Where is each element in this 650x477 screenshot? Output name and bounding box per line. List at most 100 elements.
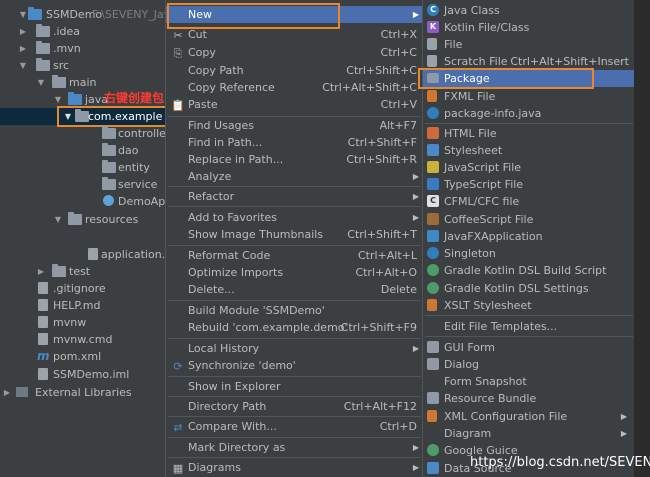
menu-item-shortcut: Ctrl+C	[380, 46, 417, 59]
expand-arrow-icon[interactable]: ▼	[18, 57, 28, 74]
tree-root[interactable]: ▼ SSMDemo F:\SEVENY_Java	[0, 6, 177, 23]
tree-item-mvn[interactable]: ▶ .mvn	[0, 40, 170, 57]
submenu-item-xslt-stylesheet[interactable]: XSLT Stylesheet	[423, 297, 635, 314]
menu-item-label: Delete...	[188, 283, 235, 296]
submenu-item-stylesheet[interactable]: Stylesheet	[423, 142, 635, 159]
menu-item-copy-reference[interactable]: Copy Reference Ctrl+Alt+Shift+C	[166, 79, 423, 96]
submenu-item-file[interactable]: File	[423, 36, 635, 53]
tree-item-external-libraries[interactable]: ▶ External Libraries	[0, 384, 170, 401]
menu-item-show-in-explorer[interactable]: Show in Explorer	[166, 378, 423, 395]
submenu-item-diagram[interactable]: Diagram ▶	[423, 425, 635, 442]
submenu-item-resource-bundle[interactable]: Resource Bundle	[423, 390, 635, 407]
tree-item-service[interactable]: service	[0, 176, 170, 193]
submenu-item-cfml-file[interactable]: C CFML/CFC file	[423, 193, 635, 210]
menu-item-add-to-favorites[interactable]: Add to Favorites ▶	[166, 209, 423, 226]
resources-folder-icon	[68, 212, 82, 225]
tree-item-controller[interactable]: controller	[0, 125, 170, 142]
submenu-item-label: Resource Bundle	[444, 392, 537, 405]
submenu-item-fxml-file[interactable]: FXML File	[423, 88, 635, 105]
tree-item-label: resources	[85, 213, 139, 226]
tree-item-dao[interactable]: dao	[0, 142, 170, 159]
menu-item-rebuild[interactable]: Rebuild 'com.example.demo' Ctrl+Shift+F9	[166, 319, 423, 336]
menu-item-delete[interactable]: Delete... Delete	[166, 281, 423, 298]
menu-item-find-usages[interactable]: Find Usages Alt+F7	[166, 117, 423, 134]
collapse-arrow-icon[interactable]: ▶	[18, 23, 28, 40]
submenu-item-html-file[interactable]: HTML File	[423, 125, 635, 142]
tree-item-demoapp[interactable]: DemoApp	[0, 193, 172, 210]
submenu-item-package-info[interactable]: package-info.java	[423, 105, 635, 122]
menu-item-paste[interactable]: 📋 Paste Ctrl+V	[166, 96, 423, 113]
package-icon	[102, 160, 116, 173]
menu-item-shortcut: Ctrl+Alt+L	[357, 249, 417, 262]
compare-icon: ⇄	[173, 421, 183, 434]
collapse-arrow-icon[interactable]: ▶	[2, 384, 12, 401]
tree-item-test[interactable]: ▶ test	[0, 263, 170, 280]
submenu-item-singleton[interactable]: Singleton	[423, 245, 635, 262]
tree-item-mvnw[interactable]: mvnw	[0, 314, 170, 331]
tree-item-mvnw-cmd[interactable]: mvnw.cmd	[0, 331, 170, 348]
menu-item-find-in-path[interactable]: Find in Path... Ctrl+Shift+F	[166, 134, 423, 151]
submenu-item-label: CoffeeScript File	[444, 213, 534, 226]
expand-arrow-icon[interactable]: ▼	[36, 74, 46, 91]
menu-item-copy[interactable]: ⎘ Copy Ctrl+C	[166, 44, 423, 61]
singleton-icon	[427, 247, 439, 259]
submenu-item-gradle-kotlin-settings[interactable]: Gradle Kotlin DSL Settings	[423, 280, 635, 297]
tree-item-application-properties[interactable]: application.pr	[0, 246, 177, 263]
menu-item-mark-directory-as[interactable]: Mark Directory as ▶	[166, 439, 423, 456]
tree-item-idea[interactable]: ▶ .idea	[0, 23, 170, 40]
menu-item-replace-in-path[interactable]: Replace in Path... Ctrl+Shift+R	[166, 151, 423, 168]
submenu-item-gui-form[interactable]: GUI Form	[423, 339, 635, 356]
tree-item-label: mvnw	[53, 316, 87, 329]
menu-item-optimize-imports[interactable]: Optimize Imports Ctrl+Alt+O	[166, 264, 423, 281]
menu-item-copy-path[interactable]: Copy Path Ctrl+Shift+C	[166, 62, 423, 79]
xslt-file-icon	[427, 299, 437, 311]
collapse-arrow-icon[interactable]: ▶	[36, 263, 46, 280]
expand-arrow-icon[interactable]: ▼	[18, 6, 28, 23]
collapse-arrow-icon[interactable]: ▶	[18, 40, 28, 57]
menu-item-analyze[interactable]: Analyze ▶	[166, 168, 423, 185]
typescript-file-icon	[427, 178, 439, 190]
menu-item-reformat-code[interactable]: Reformat Code Ctrl+Alt+L	[166, 247, 423, 264]
menu-item-synchronize[interactable]: ⟳ Synchronize 'demo'	[166, 357, 423, 374]
menu-item-refactor[interactable]: Refactor ▶	[166, 188, 423, 205]
menu-item-diagrams[interactable]: ▦ Diagrams ▶	[166, 459, 423, 476]
tree-item-help-md[interactable]: HELP.md	[0, 297, 170, 314]
tree-item-pom-xml[interactable]: m pom.xml	[0, 348, 170, 365]
submenu-item-dialog[interactable]: Dialog	[423, 356, 635, 373]
tree-item-label: test	[69, 265, 91, 278]
tree-item-gitignore[interactable]: .gitignore	[0, 280, 170, 297]
tree-item-iml[interactable]: SSMDemo.iml	[0, 366, 170, 383]
submenu-item-javascript-file[interactable]: JavaScript File	[423, 159, 635, 176]
diagram-icon: ▦	[172, 462, 184, 475]
submenu-item-javafx-application[interactable]: JavaFXApplication	[423, 228, 635, 245]
gradle-icon	[427, 282, 439, 294]
submenu-item-edit-file-templates[interactable]: Edit File Templates...	[423, 318, 635, 335]
submenu-item-kotlin-file[interactable]: K Kotlin File/Class	[423, 19, 635, 36]
css-file-icon	[427, 144, 439, 156]
submenu-arrow-icon: ▶	[412, 172, 419, 181]
submenu-arrow-icon: ▶	[412, 443, 419, 452]
submenu-item-coffeescript-file[interactable]: CoffeeScript File	[423, 211, 635, 228]
menu-item-build-module[interactable]: Build Module 'SSMDemo'	[166, 302, 423, 319]
tree-item-entity[interactable]: entity	[0, 159, 170, 176]
highlight-box-new	[167, 3, 340, 29]
tree-item-label: pom.xml	[53, 350, 102, 363]
submenu-item-label: Stylesheet	[444, 144, 503, 157]
menu-item-compare-with[interactable]: ⇄ Compare With... Ctrl+D	[166, 418, 423, 435]
menu-item-shortcut: Ctrl+X	[380, 28, 417, 41]
tree-item-src[interactable]: ▼ src	[0, 57, 170, 74]
properties-file-icon	[88, 248, 98, 260]
menu-item-shortcut: Ctrl+Alt+F12	[343, 400, 417, 413]
menu-item-directory-path[interactable]: Directory Path Ctrl+Alt+F12	[166, 398, 423, 415]
database-icon	[427, 462, 439, 474]
menu-item-local-history[interactable]: Local History ▶	[166, 340, 423, 357]
menu-item-label: Copy	[188, 46, 216, 59]
tree-item-resources[interactable]: ▼ resources	[0, 211, 170, 228]
menu-item-show-image-thumbnails[interactable]: Show Image Thumbnails Ctrl+Shift+T	[166, 226, 423, 243]
submenu-item-typescript-file[interactable]: TypeScript File	[423, 176, 635, 193]
submenu-item-form-snapshot[interactable]: Form Snapshot	[423, 373, 635, 390]
submenu-item-java-class[interactable]: C Java Class	[423, 2, 635, 19]
submenu-item-xml-configuration[interactable]: XML Configuration File ▶	[423, 408, 635, 425]
expand-arrow-icon[interactable]: ▼	[53, 211, 63, 228]
submenu-item-gradle-kotlin-build[interactable]: Gradle Kotlin DSL Build Script	[423, 262, 635, 279]
